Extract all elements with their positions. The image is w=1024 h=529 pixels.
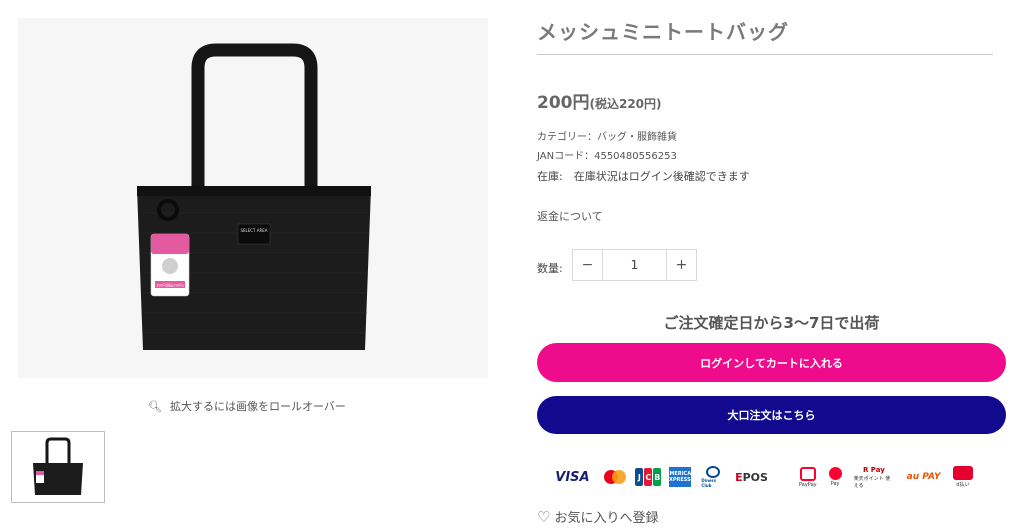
bag-label-text: SELECT AREA: [240, 228, 267, 233]
quantity-stepper: − 1 +: [572, 249, 697, 281]
favorites-label: お気に入りへ登録: [554, 511, 659, 526]
title-divider: [537, 54, 993, 55]
stock-status: 在庫: 在庫状況はログイン後確認できます: [537, 170, 750, 183]
amex-logo: AMERICAN EXPRESS: [666, 467, 695, 487]
product-category: カテゴリー：バッグ・服飾雑貨: [537, 132, 677, 143]
epos-logo: E POS: [735, 470, 768, 484]
refund-link[interactable]: 返金について: [537, 208, 603, 224]
visa-logo: VISA: [555, 469, 590, 485]
tote-bag-image: SELECT AREA 200円(税込220円): [137, 43, 371, 350]
heart-icon: ♡: [537, 507, 551, 526]
shipping-notice: ご注文確定日から3〜7日で出荷: [663, 314, 880, 332]
magnifier-icon: 🔍︎: [148, 399, 162, 413]
zoom-hint: 🔍︎ 拡大するには画像をロールオーバー: [148, 398, 346, 414]
jcb-logo: JCB: [635, 466, 662, 488]
diners-club-logo: Diners Club: [701, 466, 724, 488]
product-price: 200円(税込220円): [537, 88, 662, 113]
rakuten-pay-logo: R Pay 楽天ポイント 使える: [853, 465, 891, 489]
paypay-logo: PayPay: [799, 466, 817, 488]
mastercard-logo: [598, 466, 629, 488]
product-title: メッシュミニトートバッグ: [537, 20, 789, 44]
product-thumbnail[interactable]: [11, 431, 105, 503]
payment-methods: VISA JCB AMERICAN EXPRESS Diners Club EP…: [555, 463, 985, 491]
quantity-decrease-button[interactable]: −: [573, 250, 603, 280]
thumbnail-bag-image: [33, 437, 83, 495]
quantity-input[interactable]: 1: [603, 250, 666, 280]
au-pay-logo: au PAY: [906, 472, 941, 482]
bulk-order-button[interactable]: 大口注文はこちら: [537, 396, 1006, 434]
add-to-favorites-link[interactable]: ♡ お気に入りへ登録: [537, 507, 659, 527]
product-main-image[interactable]: SELECT AREA 200円(税込220円): [18, 18, 488, 378]
login-add-to-cart-button[interactable]: ログインしてカートに入れる: [537, 343, 1006, 382]
d-barai-logo: d払い: [952, 466, 973, 488]
zoom-hint-text: 拡大するには画像をロールオーバー: [169, 400, 346, 413]
product-jan-code: JANコード：4550480556253: [537, 151, 677, 162]
quantity-increase-button[interactable]: +: [666, 250, 696, 280]
pay-logo: Pay: [828, 466, 842, 488]
quantity-label: 数量:: [537, 262, 563, 275]
price-main: 200円: [537, 93, 590, 113]
price-tax: (税込220円): [589, 97, 662, 111]
price-tag-text: 200円(税込220円): [156, 283, 183, 288]
